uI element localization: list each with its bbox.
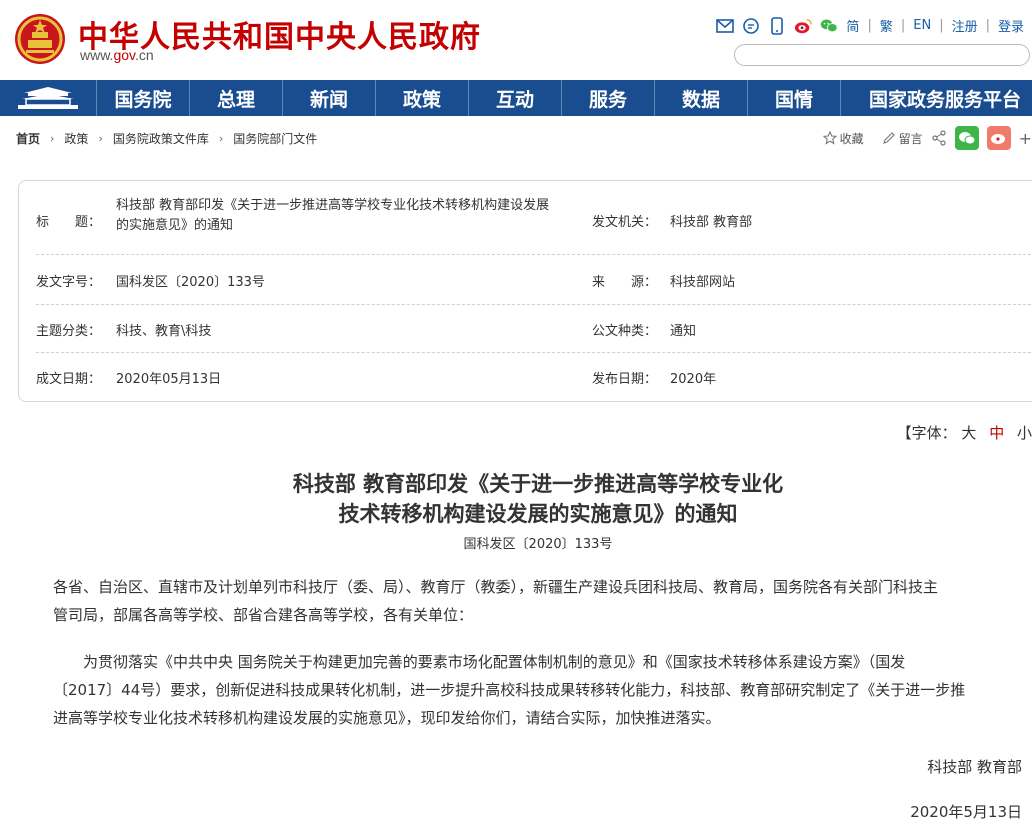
site-url-gov: gov: [113, 47, 135, 63]
share-icon: [931, 130, 946, 146]
chat-icon[interactable]: [742, 17, 760, 35]
nav-item-data[interactable]: 数据: [655, 80, 748, 116]
breadcrumb-department-docs[interactable]: 国务院部门文件: [233, 130, 317, 147]
nav-item-interaction[interactable]: 互动: [469, 80, 562, 116]
nav-item-gov-service-platform[interactable]: 国家政务服务平台: [841, 80, 1032, 116]
title-value-line1: 科技部 教育部印发《关于进一步推进高等学校专业化技术转移机构建设发展: [116, 198, 550, 213]
info-row-docno: 发文字号： 国科发区〔2020〕133号 来 源： 科技部网站: [36, 255, 1032, 305]
para2-line1: 为贯彻落实《中共中央 国务院关于构建更加完善的要素市场化配置体制机制的意见》和《…: [83, 653, 906, 671]
article-doc-number: 国科发区〔2020〕133号: [463, 537, 613, 552]
share-weibo-icon[interactable]: [986, 126, 1011, 150]
nav-item-state-council[interactable]: 国务院: [97, 80, 190, 116]
issuer-label: 发文机关：: [592, 215, 658, 230]
nav-item-policy[interactable]: 政策: [376, 80, 469, 116]
published-date-value: 2020年: [670, 372, 717, 387]
type-value: 通知: [670, 324, 697, 339]
weibo-icon[interactable]: [794, 17, 813, 35]
article-paragraph-1: 各省、自治区、直辖市及计划单列市科技厅（委、局）、教育厅（教委），新疆生产建设兵…: [53, 573, 1021, 629]
type-label: 公文种类：: [592, 324, 658, 339]
wechat-icon[interactable]: [820, 17, 839, 35]
breadcrumb: 首页 › 政策 › 国务院政策文件库 › 国务院部门文件: [16, 130, 317, 147]
title-value-line2: 的实施意见》的通知: [116, 218, 234, 233]
nav-home-logo[interactable]: [0, 80, 97, 116]
top-toolbar: 简 | 繁 | EN | 注册 | 登录: [716, 16, 1024, 35]
source-label: 来 源：: [592, 275, 658, 290]
favorite-button[interactable]: 收藏: [822, 130, 864, 147]
breadcrumb-home[interactable]: 首页: [16, 130, 40, 147]
share-button[interactable]: [931, 130, 947, 146]
signature-org: 科技部 教育部: [927, 758, 1022, 776]
font-size-small[interactable]: 小: [1017, 424, 1032, 442]
nav-item-national-info[interactable]: 国情: [748, 80, 841, 116]
docno-label: 发文字号：: [36, 275, 102, 290]
nav-item-news[interactable]: 新闻: [283, 80, 376, 116]
font-size-large[interactable]: 大: [961, 424, 976, 442]
pen-icon: [882, 132, 895, 144]
info-row-topic: 主题分类： 科技、教育\科技 公文种类： 通知: [36, 305, 1032, 353]
favorite-label: 收藏: [839, 131, 864, 146]
lang-traditional-link[interactable]: 繁: [880, 16, 893, 35]
register-link[interactable]: 注册: [952, 16, 978, 35]
topic-label: 主题分类：: [36, 324, 102, 339]
chevron-right-icon: ›: [218, 132, 224, 145]
topic-value: 科技、教育\科技: [116, 324, 212, 339]
article-paragraph-2: 为贯彻落实《中共中央 国务院关于构建更加完善的要素市场化配置体制机制的意见》和《…: [53, 648, 1021, 732]
divider: |: [985, 18, 990, 33]
written-date-value: 2020年05月13日: [116, 372, 222, 387]
site-header: 中华人民共和国中央人民政府 www.gov.cn 简 | 繁 | EN | 注册…: [0, 0, 1032, 80]
comment-button[interactable]: 留言: [882, 130, 923, 147]
font-size-prefix: 【字体：: [896, 424, 957, 442]
font-size-control: 【字体： 大 中 小: [897, 422, 1032, 443]
lang-simplified-link[interactable]: 简: [846, 16, 859, 35]
source-value: 科技部网站: [670, 275, 736, 290]
comment-label: 留言: [898, 131, 923, 146]
para1-line1: 各省、自治区、直辖市及计划单列市科技厅（委、局）、教育厅（教委），新疆生产建设兵…: [53, 578, 939, 596]
para1-line2: 管司局，部属各高等学校、部省合建各高等学校，各有关单位：: [53, 606, 474, 624]
published-date-label: 发布日期：: [592, 372, 658, 387]
divider: |: [867, 18, 872, 33]
title-label: 标 题：: [36, 215, 102, 230]
share-wechat-icon[interactable]: [954, 126, 979, 150]
chevron-right-icon: ›: [98, 132, 103, 145]
site-url[interactable]: www.gov.cn: [80, 47, 154, 63]
share-toolbar: 收藏 留言 +: [822, 126, 1032, 150]
nav-item-premier[interactable]: 总理: [190, 80, 283, 116]
site-url-prefix: www.: [80, 47, 114, 63]
article-title-line2: 技术转移机构建设发展的实施意见》的通知: [338, 501, 738, 526]
docno-value: 国科发区〔2020〕133号: [116, 275, 265, 290]
divider: |: [939, 18, 944, 33]
search-input[interactable]: [734, 44, 1030, 66]
more-share-button[interactable]: +: [1019, 129, 1032, 148]
para2-line2: 〔2017〕44号）要求，创新促进科技成果转化机制，进一步提升高校科技成果转移转…: [53, 681, 966, 699]
main-nav: 国务院 总理 新闻 政策 互动 服务 数据 国情 国家政务服务平台: [0, 80, 1032, 116]
mobile-icon[interactable]: [768, 16, 786, 35]
national-emblem-icon[interactable]: [14, 12, 66, 66]
email-icon[interactable]: [716, 17, 735, 35]
signature-date: 2020年5月13日: [910, 803, 1022, 821]
para2-line3: 进高等学校专业化技术转移机构建设发展的实施意见》，现印发给你们，请结合实际，加快…: [53, 709, 721, 727]
chevron-right-icon: ›: [50, 132, 55, 145]
star-icon: [822, 131, 837, 145]
article-title-line1: 科技部 教育部印发《关于进一步推进高等学校专业化: [292, 471, 784, 496]
document-info-table: 标 题： 科技部 教育部印发《关于进一步推进高等学校专业化技术转移机构建设发展 …: [18, 180, 1032, 402]
breadcrumb-policy[interactable]: 政策: [64, 130, 88, 147]
issuer-value: 科技部 教育部: [670, 215, 753, 230]
tiananmen-icon: [18, 87, 78, 109]
info-row-dates: 成文日期： 2020年05月13日 发布日期： 2020年: [36, 353, 1032, 399]
lang-en-link[interactable]: EN: [913, 18, 931, 33]
breadcrumb-policy-library[interactable]: 国务院政策文件库: [113, 130, 209, 147]
login-link[interactable]: 登录: [998, 16, 1024, 35]
site-url-suffix: .cn: [135, 47, 154, 63]
title-value: 科技部 教育部印发《关于进一步推进高等学校专业化技术转移机构建设发展 的实施意见…: [116, 196, 586, 236]
nav-item-services[interactable]: 服务: [562, 80, 655, 116]
divider: |: [900, 18, 906, 33]
written-date-label: 成文日期：: [36, 372, 102, 387]
font-size-medium[interactable]: 中: [989, 424, 1004, 442]
info-row-title: 标 题： 科技部 教育部印发《关于进一步推进高等学校专业化技术转移机构建设发展 …: [36, 195, 1032, 255]
